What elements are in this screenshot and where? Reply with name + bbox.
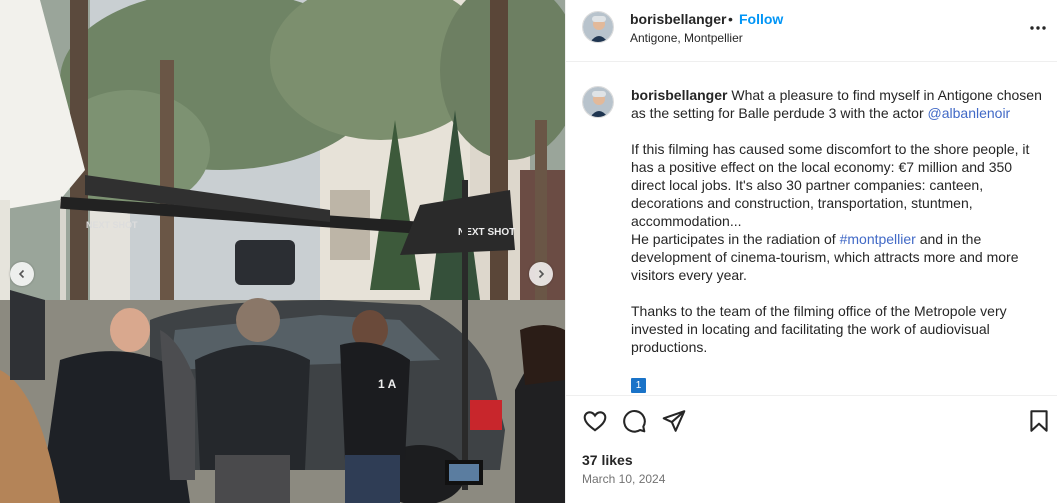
caption-paragraph-4: Thanks to the team of the filming office… <box>631 303 1007 355</box>
paper-plane-icon <box>662 410 686 432</box>
post-media[interactable]: NEXT SHOT NEXT SHOT 1 A <box>0 0 565 503</box>
caption-para3-before: He participates in the radiation of <box>631 231 836 247</box>
crane-label-left: NEXT SHOT <box>86 220 138 230</box>
caption-avatar[interactable] <box>582 86 614 118</box>
hashtag-link[interactable]: #montpellier <box>840 231 916 247</box>
follow-button[interactable]: Follow <box>739 11 783 27</box>
keycap-emoji: 1 <box>631 378 646 393</box>
caption-paragraph-2: If this filming has caused some discomfo… <box>631 141 1030 229</box>
post-author-username[interactable]: borisbellanger <box>630 11 726 27</box>
post-header: borisbellanger • Follow Antigone, Montpe… <box>566 0 1057 62</box>
post-actions: 37 likes March 10, 2024 <box>566 395 1057 503</box>
avatar[interactable] <box>582 11 614 43</box>
separator-dot: • <box>728 11 733 27</box>
mention-link[interactable]: @albanlenoir <box>928 105 1011 121</box>
comments-section[interactable]: borisbellanger What a pleasure to find m… <box>566 63 1057 394</box>
jacket-print: 1 A <box>378 377 397 391</box>
post-details-panel: borisbellanger • Follow Antigone, Montpe… <box>565 0 1057 503</box>
post-caption: borisbellanger What a pleasure to find m… <box>631 86 1043 393</box>
avatar-image <box>583 87 613 117</box>
next-photo-button[interactable] <box>529 262 553 286</box>
post-photo: NEXT SHOT NEXT SHOT 1 A <box>0 0 565 503</box>
chevron-left-icon <box>18 269 25 279</box>
caption-username[interactable]: borisbellanger <box>631 87 727 103</box>
post-date: March 10, 2024 <box>582 472 666 486</box>
more-options-button[interactable] <box>1028 18 1048 38</box>
avatar-image <box>583 12 613 42</box>
save-button[interactable] <box>1026 408 1052 434</box>
comment-icon <box>623 410 646 433</box>
chevron-right-icon <box>538 269 545 279</box>
bookmark-icon <box>1030 410 1048 432</box>
heart-icon <box>583 411 607 432</box>
more-horizontal-icon <box>1030 26 1046 30</box>
comment-button[interactable] <box>621 408 647 434</box>
like-button[interactable] <box>582 408 608 434</box>
likes-count[interactable]: 37 likes <box>582 452 633 468</box>
previous-photo-button[interactable] <box>10 262 34 286</box>
share-button[interactable] <box>661 408 687 434</box>
post-location[interactable]: Antigone, Montpellier <box>630 31 743 45</box>
